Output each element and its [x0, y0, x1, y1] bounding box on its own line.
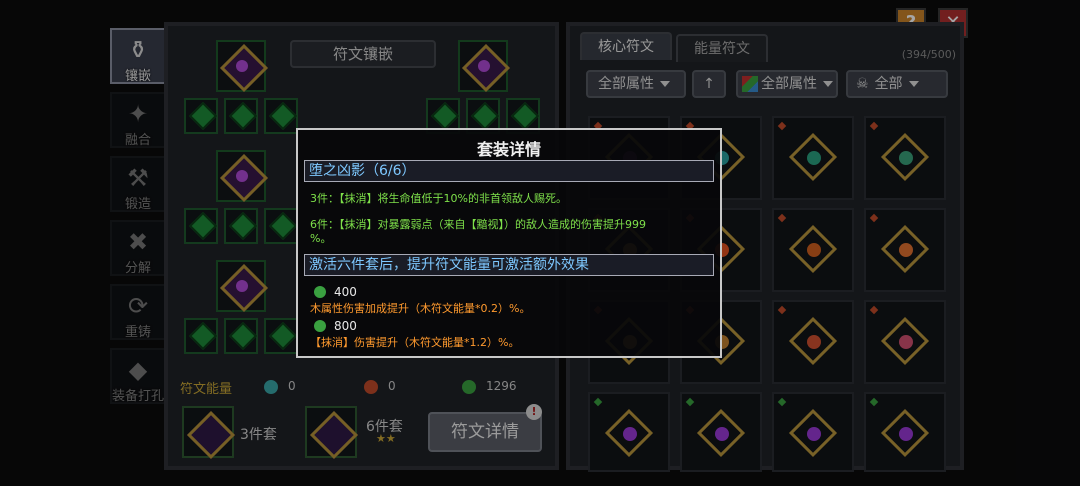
set-detail-popup: 套装详情 堕之凶影（6/6） 3件：【抹消】将生命值低于10%的非首领敌人赐死。… [296, 128, 722, 358]
set3-effect-text: 3件：【抹消】将生命值低于10%的非首领敌人赐死。 [310, 192, 567, 205]
set-name-bar: 堕之凶影（6/6） [304, 160, 714, 182]
set6-effect-text: 6件：【抹消】对暴露弱点（来自【黯视】）的敌人造成的伤害提升999 [310, 218, 646, 231]
tier2-effect: 【抹消】伤害提升（木符文能量*1.2）%。 [310, 336, 520, 349]
wood-energy-icon [314, 286, 326, 298]
popup-title: 套装详情 [476, 140, 541, 159]
tier1-value: 400 [334, 285, 357, 299]
set6-effect: 6件：【抹消】对暴露弱点（来自【黯视】）的敌人造成的伤害提升999 [310, 218, 710, 232]
tier1-effect: 木属性伤害加成提升（木符文能量*0.2）%。 [310, 302, 531, 315]
tier2-value: 800 [334, 319, 357, 333]
set3-effect: 3件：【抹消】将生命值低于10%的非首领敌人赐死。 [310, 192, 710, 206]
set6-effect-cont-text: %。 [310, 232, 332, 245]
wood-energy-icon [314, 320, 326, 332]
set6-effect-cont: %。 [310, 232, 710, 246]
extra-effect-header: 激活六件套后，提升符文能量可激活额外效果 [304, 254, 714, 276]
